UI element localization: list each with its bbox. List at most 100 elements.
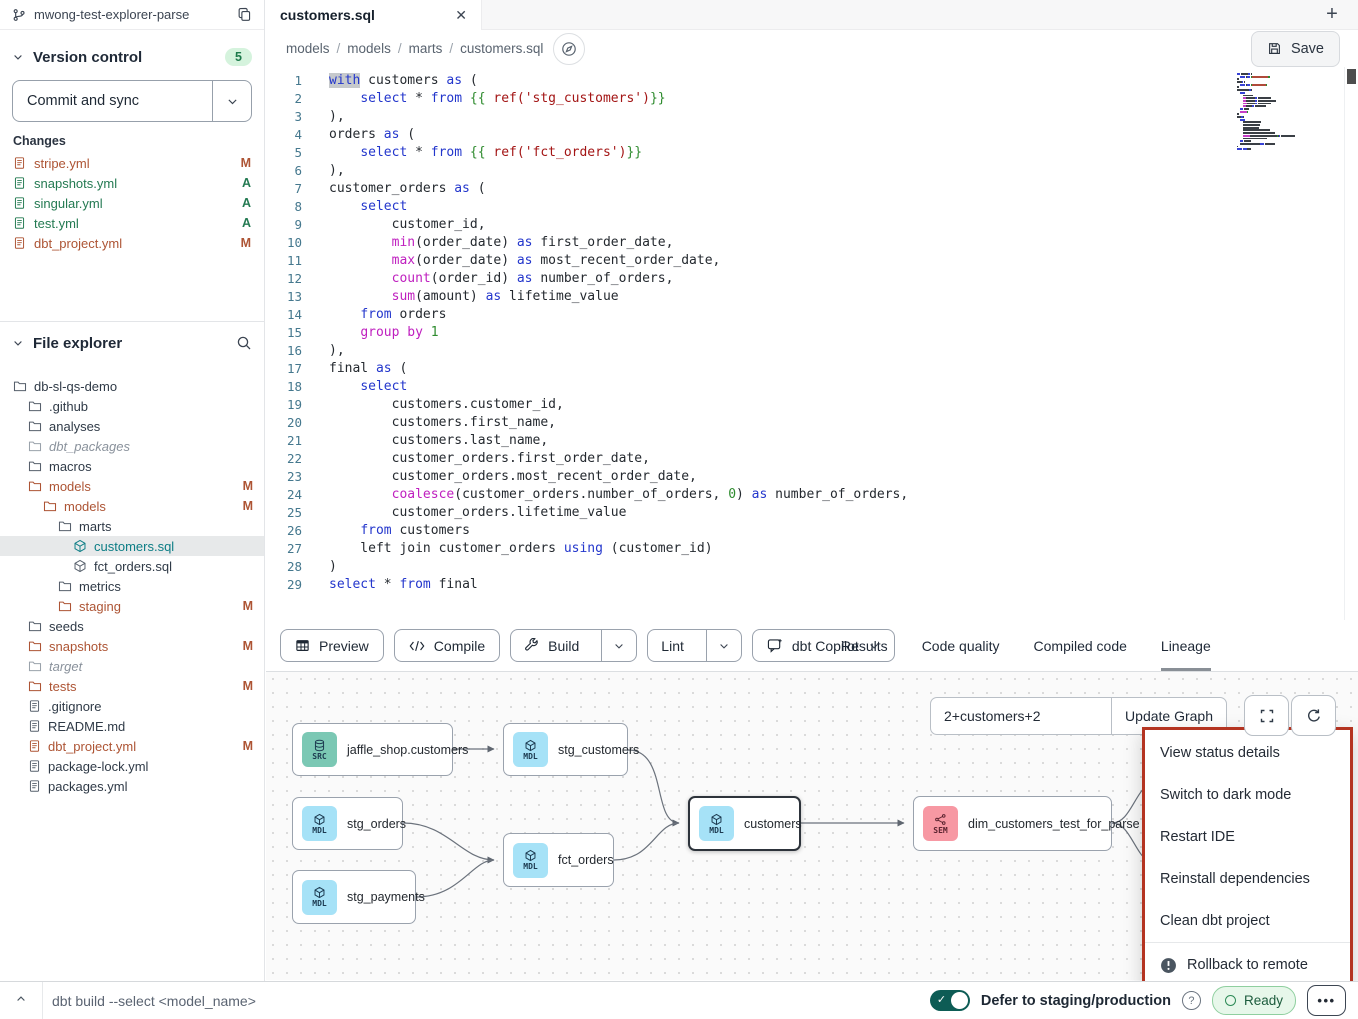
code-line[interactable]: 15 group by 1 — [266, 324, 1358, 342]
code-line[interactable]: 11 max(order_date) as most_recent_order_… — [266, 252, 1358, 270]
tree-item[interactable]: metrics — [0, 576, 264, 596]
breadcrumb-segment[interactable]: customers.sql — [460, 41, 543, 56]
code-line[interactable]: 22 customer_orders.first_order_date, — [266, 450, 1358, 468]
tab-compiled-code[interactable]: Compiled code — [1034, 620, 1127, 671]
lineage-node[interactable]: MDL stg_customers — [503, 723, 628, 776]
code-line[interactable]: 26 from customers — [266, 522, 1358, 540]
lineage-node[interactable]: MDL stg_orders — [292, 797, 403, 850]
scrollbar-thumb[interactable] — [1347, 69, 1356, 84]
new-tab-button[interactable]: + — [1306, 0, 1358, 30]
code-line[interactable]: 1with customers as ( — [266, 72, 1358, 90]
tree-item[interactable]: modelsM — [0, 496, 264, 516]
code-editor[interactable]: 1with customers as (2 select * from {{ r… — [266, 67, 1358, 620]
code-line[interactable]: 20 customers.first_name, — [266, 414, 1358, 432]
menu-item-reinstall-dependencies[interactable]: Reinstall dependencies — [1145, 858, 1350, 900]
preview-button[interactable]: Preview — [280, 629, 384, 662]
tree-item[interactable]: macros — [0, 456, 264, 476]
menu-item-clean-dbt-project[interactable]: Clean dbt project — [1145, 900, 1350, 942]
tree-item[interactable]: README.md — [0, 716, 264, 736]
lineage-node[interactable]: SRC jaffle_shop.customers — [292, 723, 453, 776]
lineage-selector-input[interactable]: 2+customers+2 — [931, 698, 1111, 734]
code-line[interactable]: 5 select * from {{ ref('fct_orders')}} — [266, 144, 1358, 162]
code-line[interactable]: 17final as ( — [266, 360, 1358, 378]
tree-item[interactable]: .github — [0, 396, 264, 416]
code-line[interactable]: 2 select * from {{ ref('stg_customers')}… — [266, 90, 1358, 108]
breadcrumb-segment[interactable]: marts — [409, 41, 443, 56]
close-tab-icon[interactable]: ✕ — [455, 7, 467, 24]
lineage-node[interactable]: MDL fct_orders — [503, 833, 614, 887]
compile-button[interactable]: Compile — [394, 629, 500, 662]
tree-item[interactable]: target — [0, 656, 264, 676]
tree-item[interactable]: testsM — [0, 676, 264, 696]
code-line[interactable]: 7customer_orders as ( — [266, 180, 1358, 198]
help-icon[interactable]: ? — [1182, 991, 1201, 1010]
changed-file-row[interactable]: singular.yml A — [0, 193, 264, 213]
tree-item[interactable]: customers.sql — [0, 536, 264, 556]
code-line[interactable]: 28) — [266, 558, 1358, 576]
commit-options-caret[interactable] — [212, 81, 251, 121]
code-line[interactable]: 29select * from final — [266, 576, 1358, 594]
code-line[interactable]: 4orders as ( — [266, 126, 1358, 144]
breadcrumb-segment[interactable]: models — [286, 41, 330, 56]
commit-and-sync-button[interactable]: Commit and sync — [12, 80, 252, 122]
menu-item-switch-to-dark-mode[interactable]: Switch to dark mode — [1145, 774, 1350, 816]
refresh-button[interactable] — [1291, 695, 1336, 736]
code-line[interactable]: 23 customer_orders.most_recent_order_dat… — [266, 468, 1358, 486]
code-line[interactable]: 10 min(order_date) as first_order_date, — [266, 234, 1358, 252]
code-line[interactable]: 3), — [266, 108, 1358, 126]
tree-item[interactable]: dbt_project.ymlM — [0, 736, 264, 756]
tree-item[interactable]: stagingM — [0, 596, 264, 616]
code-line[interactable]: 9 customer_id, — [266, 216, 1358, 234]
tree-item[interactable]: packages.yml — [0, 776, 264, 796]
code-line[interactable]: 13 sum(amount) as lifetime_value — [266, 288, 1358, 306]
tree-item[interactable]: seeds — [0, 616, 264, 636]
tree-item[interactable]: package-lock.yml — [0, 756, 264, 776]
code-line[interactable]: 16), — [266, 342, 1358, 360]
code-line[interactable]: 25 customer_orders.lifetime_value — [266, 504, 1358, 522]
lineage-node[interactable]: SEM dim_customers_test_for_parse — [913, 796, 1112, 851]
explore-lineage-icon[interactable] — [553, 33, 585, 65]
code-line[interactable]: 6), — [266, 162, 1358, 180]
tab-customers-sql[interactable]: customers.sql ✕ — [266, 0, 482, 30]
defer-toggle[interactable]: ✓ — [930, 990, 970, 1011]
status-badge[interactable]: Ready — [1212, 986, 1296, 1015]
version-control-header[interactable]: Version control 5 — [0, 36, 264, 78]
code-line[interactable]: 8 select — [266, 198, 1358, 216]
tree-item[interactable]: modelsM — [0, 476, 264, 496]
search-icon[interactable] — [236, 335, 252, 351]
tree-item[interactable]: dbt_packages — [0, 436, 264, 456]
changed-file-row[interactable]: snapshots.yml A — [0, 173, 264, 193]
expand-command-bar-icon[interactable] — [0, 993, 42, 1008]
code-line[interactable]: 14 from orders — [266, 306, 1358, 324]
code-line[interactable]: 12 count(order_id) as number_of_orders, — [266, 270, 1358, 288]
fullscreen-button[interactable] — [1244, 695, 1289, 736]
changed-file-row[interactable]: stripe.yml M — [0, 153, 264, 173]
code-line[interactable]: 19 customers.customer_id, — [266, 396, 1358, 414]
tree-item[interactable]: db-sl-qs-demo — [0, 376, 264, 396]
file-explorer-header[interactable]: File explorer — [0, 322, 264, 364]
save-button[interactable]: Save — [1251, 31, 1340, 67]
more-options-button[interactable]: ••• — [1307, 985, 1346, 1016]
tree-item[interactable]: analyses — [0, 416, 264, 436]
code-line[interactable]: 18 select — [266, 378, 1358, 396]
minimap[interactable] — [1237, 73, 1341, 151]
copy-branch-icon[interactable] — [237, 7, 252, 22]
tab-lineage[interactable]: Lineage — [1161, 620, 1211, 671]
changed-file-row[interactable]: test.yml A — [0, 213, 264, 233]
menu-item-restart-ide[interactable]: Restart IDE — [1145, 816, 1350, 858]
tree-item[interactable]: marts — [0, 516, 264, 536]
breadcrumb-segment[interactable]: models — [347, 41, 391, 56]
tree-item[interactable]: fct_orders.sql — [0, 556, 264, 576]
code-line[interactable]: 21 customers.last_name, — [266, 432, 1358, 450]
lint-options-caret[interactable] — [706, 630, 741, 661]
code-line[interactable]: 27 left join customer_orders using (cust… — [266, 540, 1358, 558]
command-input[interactable]: dbt build --select <model_name> — [43, 993, 256, 1009]
tab-code-quality[interactable]: Code quality — [922, 620, 1000, 671]
editor-scrollbar[interactable] — [1344, 67, 1358, 620]
changed-file-row[interactable]: dbt_project.yml M — [0, 233, 264, 253]
lineage-node[interactable]: MDL customers — [688, 796, 801, 851]
lineage-node[interactable]: MDL stg_payments — [292, 870, 416, 924]
tab-results[interactable]: Results — [841, 620, 888, 671]
build-button[interactable]: Build — [510, 629, 637, 662]
tree-item[interactable]: snapshotsM — [0, 636, 264, 656]
